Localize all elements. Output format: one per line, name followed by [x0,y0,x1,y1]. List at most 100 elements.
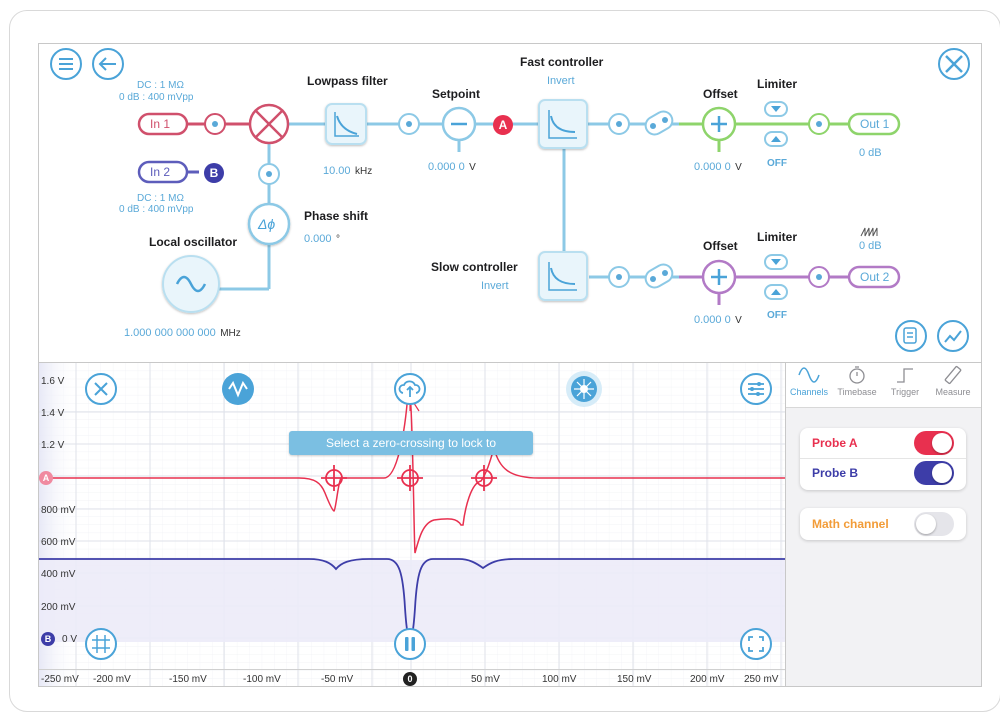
probes-card: Probe A Probe B [800,428,966,490]
x-label-250: 250 mV [744,674,779,685]
probe-a-toggle[interactable] [914,431,954,455]
settings-sliders-icon[interactable] [739,372,773,406]
limiter-2-state[interactable]: OFF [767,310,787,321]
probe-b-axis-marker[interactable]: B [41,632,55,646]
fullscreen-icon[interactable] [739,627,773,661]
probe-b-toggle[interactable] [914,461,954,485]
output-1-label: Out 1 [860,117,890,131]
slow-controller-block[interactable] [538,251,588,301]
lowpass-filter-unit: kHz [354,166,373,177]
slow-controller-invert[interactable]: Invert [481,280,509,292]
phase-shift-degrees[interactable]: 0.000 [304,233,332,245]
x-label-neg50: -50 mV [321,674,354,685]
probe-a-marker[interactable]: A [493,115,513,135]
lowpass-filter-frequency[interactable]: 10.00 [323,165,351,177]
sidebar-tabs: Channels Timebase Trigger Measure [786,363,981,408]
probe-a-row[interactable]: Probe A [800,428,966,459]
filter-probe-point[interactable] [398,113,420,135]
local-oscillator-block[interactable] [162,255,220,313]
laser-lock-box-app: In 1 In 2 DC : 1 MΩ 0 dB : 400 mVpp DC :… [38,43,982,687]
out1-probe-point[interactable] [808,113,830,135]
fast-controller-block[interactable] [538,99,588,149]
output-2-label: Out 2 [860,270,890,284]
offset-2-voltage[interactable]: 0.000 0 [694,314,731,326]
input-2-coupling: DC : 1 MΩ [137,193,184,204]
probe-b-label: Probe B [812,466,859,480]
offset-2-unit: V [735,315,742,326]
sidebar: Channels Timebase Trigger Measure Probe … [785,362,981,686]
local-oscillator-frequency[interactable]: 1.000 000 000 000 [124,327,216,339]
offset-1-voltage[interactable]: 0.000 0 [694,161,731,173]
tab-trigger[interactable]: Trigger [882,365,928,397]
zero-crossing-tooltip: Select a zero-crossing to lock to [289,431,533,455]
tab-channels-label: Channels [789,387,829,397]
limiter-2-lower[interactable] [764,284,788,300]
x-label-neg150: -150 mV [169,674,207,685]
tab-timebase[interactable]: Timebase [834,365,880,397]
out2-probe-point[interactable] [808,266,830,288]
phase-symbol: Δϕ [258,216,276,232]
fast-controller-title: Fast controller [520,55,604,69]
local-oscillator-value: 1.000 000 000 000 MHz [124,323,241,341]
in1-probe-point[interactable] [204,113,226,135]
offset-2-block[interactable] [701,259,737,295]
probe-b-marker[interactable]: B [204,163,224,183]
x-zero-marker[interactable]: 0 [403,672,417,686]
notes-icon[interactable] [895,320,927,352]
chart-icon[interactable] [937,320,969,352]
slow-probe-point[interactable] [608,266,630,288]
signal-generator-icon[interactable] [221,372,255,406]
x-label-100: 100 mV [542,674,577,685]
lowpass-filter-block[interactable] [325,103,367,145]
output-1-gain[interactable]: 0 dB [859,147,882,159]
laser-icon[interactable] [565,370,603,408]
probe-b-row[interactable]: Probe B [800,459,966,489]
setpoint-block[interactable] [441,106,477,142]
limiter-1-lower[interactable] [764,131,788,147]
fast-output-switch[interactable] [642,108,675,138]
close-icon[interactable] [84,372,118,406]
tab-timebase-label: Timebase [837,387,877,397]
local-oscillator-title: Local oscillator [149,235,238,249]
y-label-400mv: 400 mV [41,569,76,580]
math-channel-label: Math channel [812,517,889,531]
probe-a-label: Probe A [812,436,858,450]
input-2-range: 0 dB : 400 mVpp [119,204,194,215]
tools-icon[interactable] [938,48,970,80]
slow-output-switch[interactable] [642,261,675,291]
lowpass-filter-value: 10.00 kHz [323,161,372,179]
fast-controller-invert[interactable]: Invert [547,75,575,87]
limiter-1-state[interactable]: OFF [767,158,787,169]
back-arrow-icon[interactable] [92,48,124,80]
input-1-range: 0 dB : 400 mVpp [119,92,194,103]
offset-1-block[interactable] [701,106,737,142]
grid-icon[interactable] [84,627,118,661]
input-1-label: In 1 [150,117,171,131]
limiter-2-upper[interactable] [764,254,788,270]
pause-icon[interactable] [393,627,427,661]
math-channel-toggle[interactable] [914,512,954,536]
tab-trigger-label: Trigger [890,387,920,397]
cloud-upload-icon[interactable] [393,372,427,406]
offset-2-title: Offset [703,239,738,253]
mixer-block[interactable] [248,103,290,145]
trigger-edge-icon [897,368,913,383]
x-label-neg250: -250 mV [41,674,79,685]
y-label-0v: 0 V [62,634,78,645]
mixer-lo-probe-point[interactable] [258,163,280,185]
probe-a-axis-marker[interactable]: A [39,471,53,485]
limiter-1-upper[interactable] [764,101,788,117]
setpoint-voltage[interactable]: 0.000 0 [428,161,465,173]
fast-probe-point[interactable] [608,113,630,135]
y-label-1-4v: 1.4 V [41,408,65,419]
stopwatch-icon [849,366,865,384]
waveform-icon [860,227,878,237]
tab-channels[interactable]: Channels [786,365,832,397]
math-channel-card[interactable]: Math channel [800,508,966,540]
tab-measure[interactable]: Measure [930,365,976,397]
x-label-50: 50 mV [471,674,500,685]
offset-1-value: 0.000 0 V [694,157,742,175]
output-2-gain[interactable]: 0 dB [859,240,882,252]
oscilloscope-panel[interactable]: 1.6 V 1.4 V 1.2 V 800 mV 600 mV 400 mV 2… [39,362,785,686]
menu-icon[interactable] [50,48,82,80]
